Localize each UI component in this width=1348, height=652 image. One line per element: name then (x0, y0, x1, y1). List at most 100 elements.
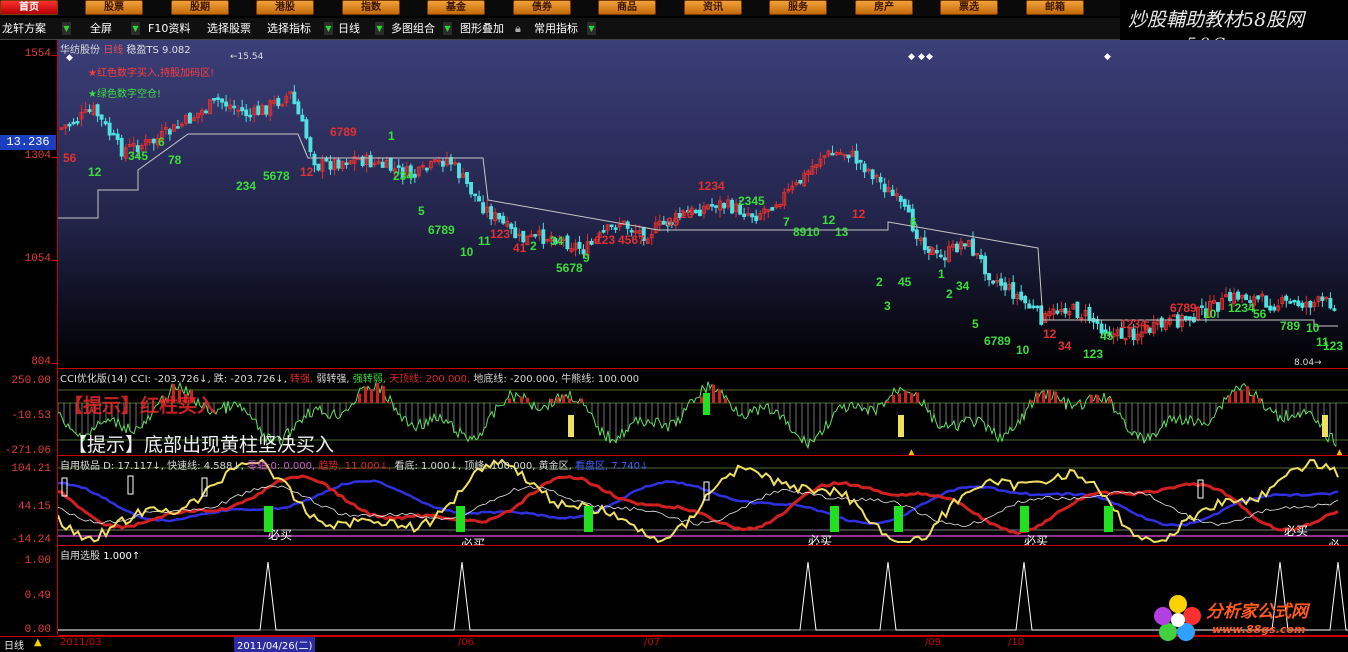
y-label-main-3: 1054 (25, 253, 51, 265)
nav-tab-service[interactable]: 服务 (769, 0, 827, 15)
low-price-label: 8.04→ (1294, 358, 1322, 368)
multi-chart-dropdown-icon[interactable]: ▼ (443, 22, 452, 35)
candle (1309, 301, 1312, 307)
f10-button[interactable]: F10资料 (148, 20, 190, 37)
signal-number: 6 (158, 135, 165, 149)
fullscreen-button[interactable]: 全屏 (90, 20, 112, 37)
candle (1289, 302, 1292, 304)
buy-signal-bar (584, 506, 593, 532)
period-up-icon[interactable]: ▲ (34, 637, 42, 648)
period-select[interactable]: 日线 (338, 20, 360, 37)
candle (1257, 296, 1260, 299)
select-stock-button[interactable]: 选择股票 (207, 20, 251, 37)
selection-legend-item: 看底: 1.000↓, (391, 461, 461, 472)
y-tick (51, 55, 57, 56)
signal-number: 234 (393, 169, 413, 183)
selection-legend: 17.117↓, 快速线: 4.588↓, 零轴:0: 0.000, 趋势, 1… (117, 461, 648, 472)
nav-tab-mail[interactable]: 邮箱 (1026, 0, 1084, 15)
period-dropdown-icon[interactable]: ▼ (375, 22, 384, 35)
candle (245, 110, 248, 116)
signal-number: 12 (1043, 327, 1057, 341)
candle (602, 231, 605, 233)
candle (1229, 293, 1232, 301)
candle (152, 139, 155, 143)
common-indicator-button[interactable]: 常用指标 (534, 20, 578, 37)
indicator-dropdown-icon[interactable]: ▼ (324, 22, 333, 35)
selection-legend-item: 17.117↓, (117, 461, 164, 472)
cci-red-bar (520, 396, 523, 403)
signal-number: 89 (666, 215, 680, 229)
candle (104, 122, 107, 124)
buy-signal-label: 必买 (461, 535, 485, 546)
legend-green: ★绿色数字空仓! (88, 85, 161, 100)
top-nav: 首页 股票 股期 港股 指数 基金 债券 商品 资讯 服务 房产 票选 邮箱 (0, 0, 1120, 16)
candle (1176, 315, 1179, 327)
nav-tab-home[interactable]: 首页 (0, 0, 58, 15)
scheme-dropdown-icon[interactable]: ▼ (62, 22, 71, 35)
candle (76, 122, 79, 124)
candle (221, 99, 224, 102)
cci-red-bar (1096, 395, 1099, 403)
selection-indicator-pane[interactable]: 自用极品 D: 17.117↓, 快速线: 4.588↓, 零轴:0: 0.00… (58, 456, 1348, 546)
legend-red: ★红色数字买入,持股加码区! (88, 64, 214, 79)
candle (100, 115, 103, 119)
cci-red-bar (700, 397, 703, 403)
overlay-button[interactable]: 图形叠加 (460, 20, 504, 37)
selection-legend-item: 快速线: 4.588↓, (164, 461, 244, 472)
nav-tab-vote[interactable]: 票选 (940, 0, 998, 15)
cci-red-bar (562, 395, 565, 403)
candle (297, 102, 300, 114)
candle (305, 120, 308, 138)
signal-number: 56 (1253, 307, 1267, 321)
up-triangle-icon: ▲ (1336, 448, 1343, 455)
candle (470, 182, 473, 193)
cci-red-bar (514, 402, 517, 403)
signal-number: 2 (876, 275, 883, 289)
nav-tab-hk[interactable]: 港股 (256, 0, 314, 15)
cci-pane[interactable]: ▲▲ CCI优化版(14) CCI: -203.726↓, 跌: -203.72… (58, 369, 1348, 456)
multi-chart-button[interactable]: 多图组合 (391, 20, 435, 37)
period-label[interactable]: 日线 (4, 637, 24, 652)
candle (662, 221, 665, 224)
nav-tab-index[interactable]: 指数 (342, 0, 400, 15)
nav-tab-futures[interactable]: 股期 (171, 0, 229, 15)
main-chart-pane[interactable]: 5612345678234567812678912345678910111234… (58, 40, 1348, 369)
cci-red-bar (556, 397, 559, 403)
candle (943, 258, 946, 260)
candle (743, 214, 746, 216)
scheme-menu[interactable]: 龙轩方案 (2, 20, 46, 37)
signal-number: 41 (513, 241, 527, 255)
lock-icon[interactable]: 🔒︎ (515, 20, 521, 37)
select-indicator-button[interactable]: 选择指标 (267, 20, 311, 37)
buy-signal-bar (830, 506, 839, 532)
candle (1217, 303, 1220, 312)
signal-number: 234 (236, 179, 256, 193)
cci-red-bar (892, 395, 895, 403)
candle (1245, 295, 1248, 300)
pick-title: 自用选股 1.000↑ (60, 547, 140, 562)
common-dropdown-icon[interactable]: ▼ (587, 22, 596, 35)
candle (68, 124, 71, 126)
candle (731, 200, 734, 213)
candle (1297, 301, 1300, 305)
date-label: /06 (458, 637, 474, 648)
nav-tab-funds[interactable]: 基金 (427, 0, 485, 15)
selection-legend-item: 7.740↓ (608, 461, 648, 472)
buy-signal-bar (894, 506, 903, 532)
nav-tab-stocks[interactable]: 股票 (85, 0, 143, 15)
nav-tab-bonds[interactable]: 债券 (513, 0, 571, 15)
nav-tab-realestate[interactable]: 房产 (855, 0, 913, 15)
candle (168, 130, 171, 134)
fullscreen-dropdown-icon[interactable]: ▼ (131, 22, 140, 35)
cci-red-bar (712, 385, 715, 403)
selection-legend-item: 顶峰: 100.000, (461, 461, 535, 472)
candle (831, 153, 834, 155)
signal-number: 10 (1016, 343, 1030, 357)
candle (510, 224, 513, 228)
nav-tab-news[interactable]: 资讯 (684, 0, 742, 15)
cci-red-bar (580, 399, 583, 403)
buy-signal-label: 必买 (1284, 522, 1308, 539)
cci-legend-item: 强转弱, (350, 374, 386, 385)
candle (1000, 279, 1003, 285)
nav-tab-commodity[interactable]: 商品 (598, 0, 656, 15)
